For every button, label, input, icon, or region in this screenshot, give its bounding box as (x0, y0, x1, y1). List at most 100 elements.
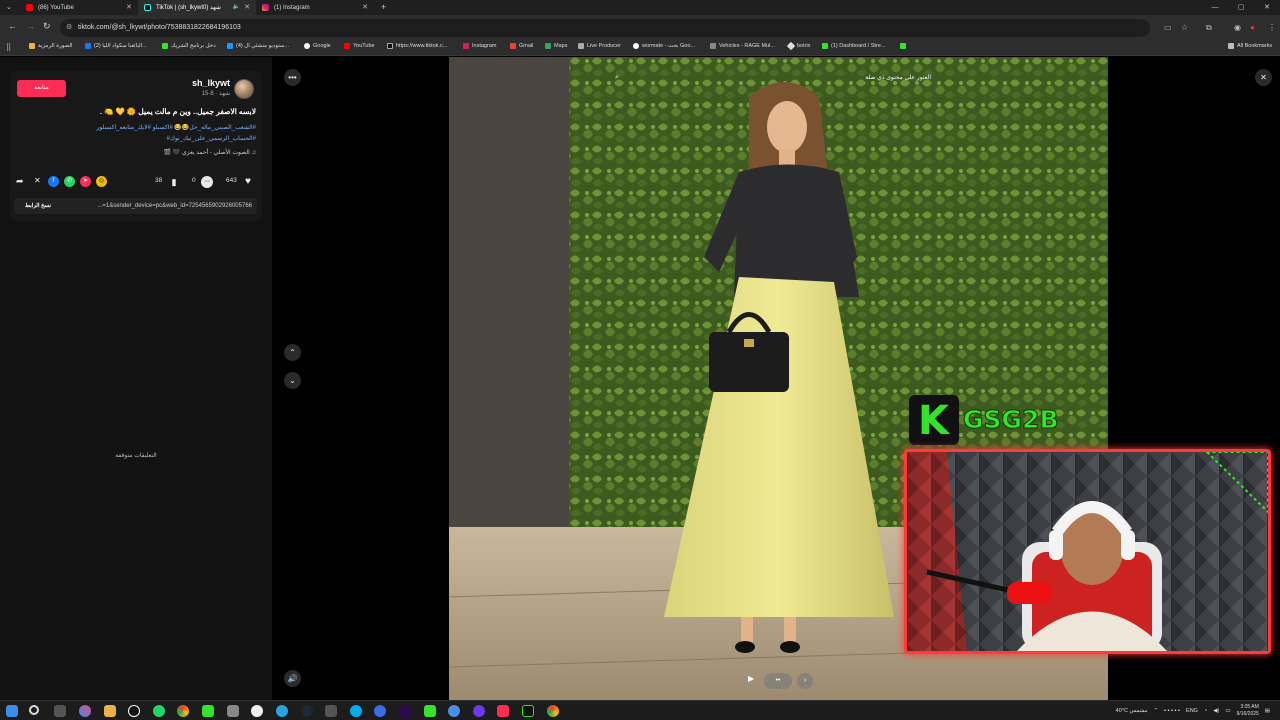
tab-tiktok[interactable]: TikTok | (sh_lkywt0) شهد 🔈 ✕ (138, 0, 256, 15)
bookmark-item[interactable]: (2) البائعنا سكواد الليا... (85, 43, 147, 49)
notification-icon[interactable]: ▤ (1265, 708, 1270, 714)
bookmark-star-icon[interactable]: ☆ (1181, 23, 1188, 32)
tab-search-icon[interactable]: ⌄ (6, 3, 12, 11)
close-tab-icon[interactable]: ✕ (244, 3, 250, 11)
carousel-dots[interactable]: •• (764, 673, 792, 689)
forward-icon[interactable]: → (26, 21, 35, 31)
clock[interactable]: 3:05 AM 9/16/2025 (1237, 704, 1259, 718)
share-link-text[interactable]: ...=1&sender_device=pc&web_id=7254565902… (62, 198, 252, 214)
bookmark-item[interactable]: Google (304, 43, 331, 49)
close-window-icon[interactable]: ✕ (1254, 0, 1280, 15)
minimize-icon[interactable]: — (1202, 0, 1228, 15)
start-icon[interactable] (6, 705, 18, 717)
language-indicator[interactable]: ENG (1186, 708, 1198, 714)
close-viewer-icon[interactable]: ✕ (1255, 69, 1272, 86)
app-icon[interactable] (522, 705, 534, 717)
play-icon[interactable]: ▶ (748, 674, 754, 683)
bookmark-item[interactable]: Instagram (463, 43, 496, 49)
url-input[interactable]: ⚙ tiktok.com/@sh_lkywt/photo/75388318226… (60, 19, 1150, 37)
network-icon[interactable]: ◔ (1204, 708, 1207, 714)
tiktok-icon (144, 4, 151, 11)
search-icon[interactable] (29, 705, 39, 715)
bookmark-item[interactable]: (1) Dashboard / Stre... (822, 43, 885, 49)
volume-icon[interactable]: 🔊 (284, 670, 301, 687)
app-icon[interactable] (251, 705, 263, 717)
bookmark-item[interactable]: YouTube (344, 43, 375, 49)
bookmark-item[interactable]: wormate - بحث Goo... (633, 43, 695, 49)
follow-button[interactable]: متابعة (17, 80, 66, 97)
bookmark-item[interactable]: Live Producer (578, 43, 621, 49)
whatsapp-share-icon[interactable]: ✆ (64, 176, 75, 187)
hashtags-line[interactable]: #الشعب_الصيني_ماله_حل😂😂 #اكسبلو #لايك_مت… (20, 124, 257, 131)
app-icon[interactable] (202, 705, 214, 717)
obs-icon[interactable] (128, 705, 140, 717)
close-tab-icon[interactable]: ✕ (126, 3, 132, 11)
carousel-next-icon[interactable]: › (797, 673, 813, 689)
bookmark-item[interactable]: https://www.tiktok.c... (387, 43, 447, 49)
weather-widget[interactable]: 40°C مشمس (1116, 708, 1148, 714)
x-share-icon[interactable]: ✕ (34, 176, 41, 185)
related-content-search[interactable]: ⌕ العثور على محتوى ذي صلة (611, 71, 951, 85)
tiktok-icon[interactable] (497, 705, 509, 717)
avatar[interactable] (234, 79, 254, 99)
profile-icon[interactable]: ◉ (1234, 23, 1241, 32)
task-view-icon[interactable] (54, 705, 66, 717)
bookmark-icon[interactable]: ▮ (168, 176, 180, 188)
app-icon[interactable] (448, 705, 460, 717)
skype-icon[interactable] (350, 705, 362, 717)
battery-icon[interactable]: ▭ (1225, 708, 1230, 714)
embed-share-icon[interactable]: ◎ (96, 176, 107, 187)
hashtags-line[interactable]: #الحساب_الرسمي_على_تيك_توك# (20, 135, 256, 142)
telegram-share-icon[interactable]: ➤ (80, 176, 91, 187)
bookmark-item[interactable]: Maps (545, 43, 567, 49)
speaker-icon[interactable]: 🔈 (233, 3, 240, 10)
tray-chevron-icon[interactable]: ⌃ (1154, 708, 1159, 714)
premiere-icon[interactable] (399, 705, 411, 717)
app-icon[interactable] (104, 705, 116, 717)
tray-apps-icon[interactable]: ▪ ▪ ▪ ▪ ▪ (1164, 708, 1180, 714)
reload-icon[interactable]: ↻ (43, 21, 51, 32)
facebook-share-icon[interactable]: f (48, 176, 59, 187)
back-icon[interactable]: ← (8, 21, 17, 31)
tab-youtube[interactable]: (86) YouTube ✕ (20, 0, 138, 15)
bookmark-item[interactable]: (4) ستوديو منشئي ال... (227, 43, 289, 49)
chrome-active-icon[interactable] (547, 705, 559, 717)
comment-icon[interactable]: ⋯ (201, 176, 213, 188)
steam-icon[interactable] (301, 705, 313, 717)
volume-tray-icon[interactable]: ◀) (1213, 708, 1219, 714)
chrome-icon[interactable] (177, 705, 189, 717)
username[interactable]: sh_lkywt (150, 78, 230, 88)
apps-grid-icon[interactable]: ⣿ (6, 43, 11, 51)
bookmark-item[interactable]: Vehicles - RAGE Mul... (710, 43, 775, 49)
tab-instagram[interactable]: (1) Instagram ✕ (256, 0, 374, 15)
music-link[interactable]: ♫ الصوت الأصلي - أحمد يغزي 🖤 🎬 (20, 149, 256, 156)
site-info-icon[interactable]: ⚙ (66, 19, 72, 37)
next-post-icon[interactable]: ⌄ (284, 372, 301, 389)
bookmark-item[interactable] (900, 43, 909, 49)
maximize-icon[interactable]: ▢ (1228, 0, 1254, 15)
bookmark-item[interactable]: Gmail (510, 43, 533, 49)
bookmark-item[interactable]: botrix (786, 41, 810, 51)
previous-post-icon[interactable]: ⌃ (284, 344, 301, 361)
extension-red-icon[interactable]: ● (1250, 23, 1255, 32)
extensions-icon[interactable]: ⧉ (1206, 23, 1212, 33)
app-icon[interactable] (325, 705, 337, 717)
more-options-icon[interactable]: ••• (284, 69, 301, 86)
bookmark-item[interactable]: دخل برنامج الشريك (162, 43, 216, 49)
telegram-icon[interactable] (276, 705, 288, 717)
copilot-icon[interactable] (79, 705, 91, 717)
app-icon[interactable] (424, 705, 436, 717)
menu-icon[interactable]: ⋮ (1268, 23, 1276, 32)
app-icon[interactable] (374, 705, 386, 717)
bookmark-item[interactable]: الصورة الرمزية (29, 43, 73, 49)
heart-icon[interactable]: ♥ (242, 176, 254, 188)
app-icon[interactable] (227, 705, 239, 717)
all-bookmarks[interactable]: All Bookmarks (1228, 43, 1272, 49)
close-tab-icon[interactable]: ✕ (362, 3, 368, 11)
app-icon[interactable] (473, 705, 485, 717)
whatsapp-icon[interactable] (153, 705, 165, 717)
share-icon[interactable]: ➦ (16, 176, 24, 187)
new-tab-icon[interactable]: + (381, 2, 386, 12)
copy-link-button[interactable]: نسخ الرابط (14, 198, 62, 214)
install-app-icon[interactable]: ▭ (1164, 23, 1172, 32)
